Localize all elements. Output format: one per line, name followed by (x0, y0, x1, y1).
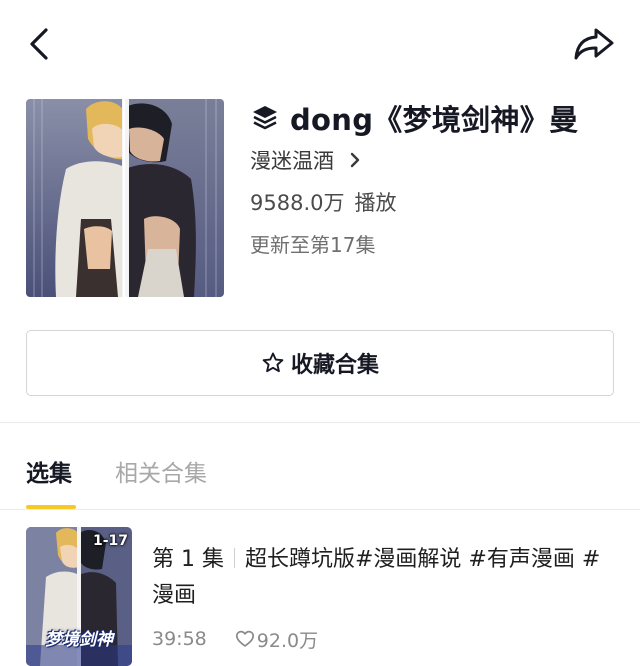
chevron-right-icon (350, 152, 360, 168)
section-divider (0, 422, 640, 423)
episode-title-block: 第 1 集超长蹲坑版#漫画解说 #有声漫画 #漫画 (152, 542, 622, 614)
episode-duration: 39:58 (152, 628, 207, 650)
episode-range-badge: 1-17 (92, 533, 128, 549)
collect-collection-button[interactable]: 收藏合集 (26, 330, 614, 396)
collect-label: 收藏合集 (290, 353, 379, 378)
share-arrow-icon (574, 28, 614, 60)
episode-list-item[interactable]: 1-17 梦境剑神 第 1 集超长蹲坑版#漫画解说 #有声漫画 #漫画 39:5… (0, 520, 640, 666)
collection-page: dong《梦境剑神》曼 漫迷温酒 9588.0万 播放 更新至第17集 收藏合集… (0, 0, 640, 666)
collection-title: dong《梦境剑神》曼 (290, 103, 579, 137)
episode-title-separator (233, 548, 235, 568)
episode-number: 第 1 集 (152, 547, 224, 572)
collection-cover-image (26, 99, 224, 297)
episode-likes: 92.0万 (256, 629, 319, 652)
thumbnail-title: 梦境剑神 (45, 630, 113, 650)
episode-meta: 39:58 92.0万 (152, 624, 318, 654)
chevron-left-icon (30, 28, 48, 60)
episode-thumbnail: 1-17 梦境剑神 (26, 527, 132, 666)
play-count: 9588.0万 播放 (250, 187, 396, 217)
play-count-value: 9588.0万 (250, 191, 345, 215)
back-button[interactable] (22, 26, 58, 62)
update-status: 更新至第17集 (250, 233, 376, 257)
tab-related-collections[interactable]: 相关合集 (115, 456, 207, 492)
collection-title-row: dong《梦境剑神》曼 (250, 98, 578, 138)
tab-divider (0, 509, 640, 510)
tab-episodes[interactable]: 选集 (26, 456, 72, 492)
author-link[interactable]: 漫迷温酒 (250, 145, 364, 175)
play-count-label: 播放 (354, 191, 397, 215)
heart-icon (235, 630, 254, 647)
author-name: 漫迷温酒 (250, 149, 334, 173)
share-button[interactable] (572, 24, 616, 64)
layers-icon (253, 106, 277, 130)
star-icon (262, 352, 284, 373)
